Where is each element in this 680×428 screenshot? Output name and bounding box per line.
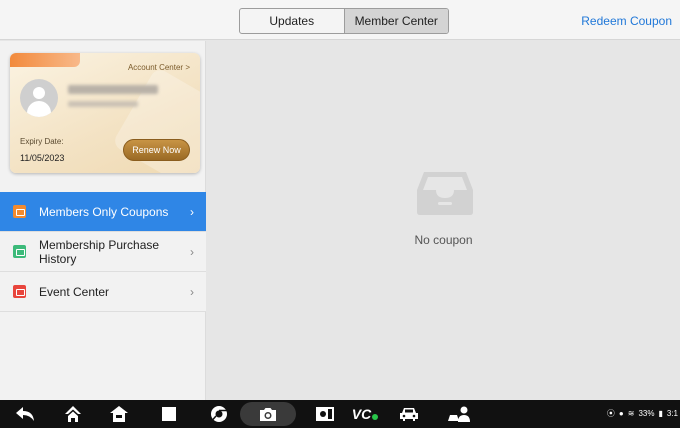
- battery-icon: ▮: [658, 409, 663, 418]
- tab-group: Updates Member Center: [239, 8, 449, 34]
- browser-icon[interactable]: [208, 404, 230, 424]
- avatar[interactable]: [20, 79, 58, 117]
- screen-brightness-icon[interactable]: [314, 404, 336, 424]
- sidebar: Account Center > Expiry Date: 11/05/2023…: [0, 41, 206, 400]
- clock: 3:1: [666, 409, 678, 418]
- member-card: Account Center > Expiry Date: 11/05/2023…: [10, 53, 200, 173]
- coupon-icon: [13, 205, 26, 218]
- event-icon: [13, 285, 26, 298]
- avatar-head-icon: [33, 87, 45, 99]
- car-icon[interactable]: [398, 404, 420, 424]
- user-id-blurred: [68, 101, 138, 107]
- sidebar-item-label: Membership Purchase History: [39, 237, 160, 266]
- sidebar-item-members-only-coupons[interactable]: Members Only Coupons ›: [0, 192, 206, 232]
- home-icon[interactable]: [62, 404, 84, 424]
- username-blurred: [68, 85, 158, 94]
- sync-icon: ●: [618, 409, 624, 418]
- card-ribbon: [10, 53, 80, 67]
- sidebar-item-label: Members Only Coupons: [39, 204, 169, 219]
- tab-member-center[interactable]: Member Center: [343, 9, 448, 33]
- house-icon[interactable]: [108, 404, 130, 424]
- expiry-label: Expiry Date:: [20, 137, 64, 146]
- vci-icon[interactable]: VC: [348, 404, 382, 424]
- battery-level: 33%: [638, 409, 655, 418]
- chevron-right-icon: ›: [190, 284, 194, 299]
- system-navigation-bar: VC ⦿ ● ≋ 33% ▮ 3:1: [0, 400, 680, 428]
- avatar-body-icon: [27, 101, 51, 117]
- chevron-right-icon: ›: [190, 204, 194, 219]
- remote-expert-icon[interactable]: [446, 404, 472, 424]
- purchase-history-icon: [13, 245, 26, 258]
- sidebar-item-label: Event Center: [39, 284, 110, 299]
- status-bar: ⦿ ● ≋ 33% ▮ 3:1: [607, 408, 678, 419]
- empty-state-text: No coupon: [414, 233, 473, 247]
- chevron-right-icon: ›: [190, 244, 194, 259]
- sidebar-item-event-center[interactable]: Event Center ›: [0, 272, 206, 312]
- account-center-link[interactable]: Account Center >: [128, 63, 190, 72]
- sidebar-menu: Members Only Coupons › Membership Purcha…: [0, 192, 206, 312]
- back-icon[interactable]: [14, 404, 36, 424]
- expiry-value: 11/05/2023: [20, 153, 65, 163]
- main-content: No coupon: [207, 41, 680, 400]
- recents-icon[interactable]: [158, 404, 180, 424]
- location-icon: ⦿: [606, 409, 615, 418]
- empty-tray-icon: [417, 172, 473, 215]
- tab-updates[interactable]: Updates: [240, 9, 344, 33]
- camera-icon[interactable]: [240, 402, 296, 426]
- redeem-coupon-link[interactable]: Redeem Coupon: [581, 14, 672, 28]
- sidebar-item-membership-purchase-history[interactable]: Membership Purchase History ›: [0, 232, 206, 272]
- wifi-icon: ≋: [627, 409, 635, 418]
- top-bar: Updates Member Center Redeem Coupon: [0, 0, 680, 40]
- renew-now-button[interactable]: Renew Now: [123, 139, 190, 161]
